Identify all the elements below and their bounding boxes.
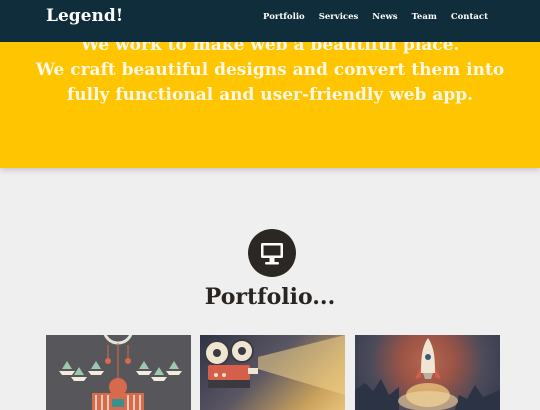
hero-text: We work to make web a beautiful place. W… (0, 33, 540, 108)
portfolio-thumbnail-3[interactable] (355, 335, 500, 410)
hero-line-3: fully functional and user-friendly web a… (66, 85, 474, 105)
portfolio-thumbnail-2[interactable] (200, 335, 345, 410)
nav-link-team[interactable]: Team (412, 12, 437, 22)
portfolio-icon-circle (248, 229, 296, 277)
nav-link-news[interactable]: News (372, 12, 397, 22)
hero-line-2: We craft beautiful designs and convert t… (35, 60, 505, 80)
rocket-illustration (355, 338, 500, 410)
portfolio-title: Portfolio... (204, 284, 336, 310)
nav-link-contact[interactable]: Contact (451, 12, 488, 22)
portfolio-thumbnail-1[interactable] (46, 335, 191, 410)
nav-links: Portfolio Services News Team Contact (263, 12, 488, 22)
nav-link-portfolio[interactable]: Portfolio (263, 12, 305, 22)
site-logo[interactable]: Legend! (46, 6, 123, 26)
nav-link-services[interactable]: Services (319, 12, 359, 22)
navbar: Legend! Portfolio Services News Team Con… (0, 0, 540, 42)
ships-illustration (59, 335, 182, 410)
monitor-icon (261, 243, 283, 265)
projector-illustration (204, 335, 345, 395)
